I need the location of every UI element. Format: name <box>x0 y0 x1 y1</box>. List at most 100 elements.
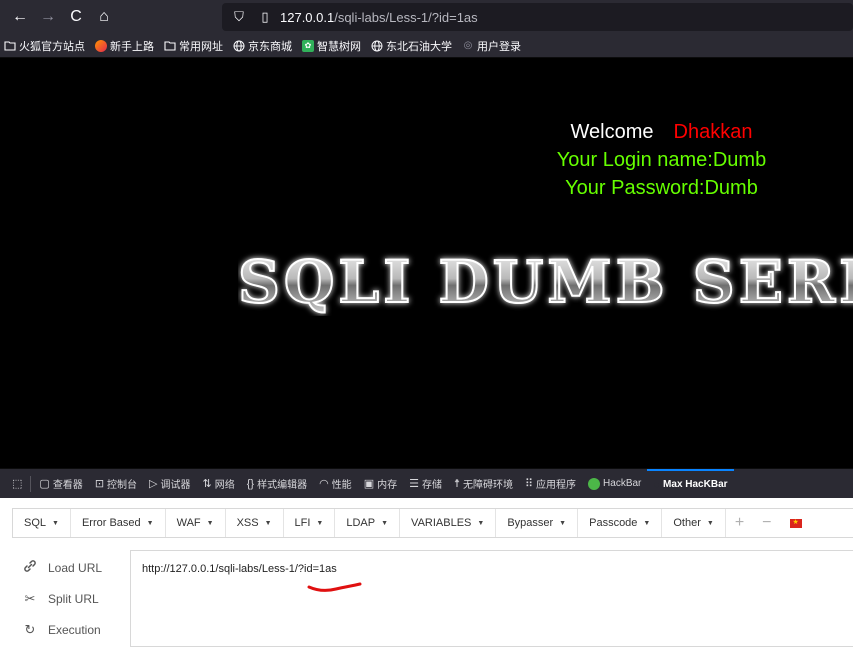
console-icon: ⊡ <box>94 478 105 490</box>
caret-down-icon: ▼ <box>477 519 485 527</box>
folder-icon <box>4 40 16 52</box>
memory-icon: ▣ <box>363 478 375 490</box>
hackbar-actions: Load URL ✂ Split URL ↻ Execution <box>12 552 122 645</box>
debugger-icon: ▷ <box>149 478 158 490</box>
hackbar-icon <box>588 477 601 490</box>
menu-variables[interactable]: VARIABLES ▼ <box>400 509 497 537</box>
performance-icon: ◠ <box>319 478 329 490</box>
tab-max-hackbar[interactable]: ● Max HacKBar <box>647 468 734 499</box>
caret-down-icon: ▼ <box>643 519 651 527</box>
bookmark-item[interactable]: 新手上路 <box>95 38 154 54</box>
welcome-name: Dhakkan <box>673 121 753 143</box>
url-textarea-value: http://127.0.0.1/sqli-labs/Less-1/?id=1a… <box>142 563 337 575</box>
bookmark-label: 智慧树网 <box>317 40 361 53</box>
tab-accessibility[interactable]: ☨ 无障碍环境 <box>448 469 519 499</box>
tab-storage[interactable]: ☰ 存储 <box>403 469 448 499</box>
remove-icon[interactable]: − <box>753 509 780 537</box>
bookmark-label: 火狐官方站点 <box>19 40 85 53</box>
bookmark-item[interactable]: 常用网址 <box>164 38 223 54</box>
reload-icon[interactable]: C <box>62 3 90 31</box>
menu-other[interactable]: Other ▼ <box>662 509 726 537</box>
execution-button[interactable]: ↻ Execution <box>12 614 122 645</box>
forward-arrow-icon[interactable]: → <box>34 3 62 31</box>
refresh-icon: ↻ <box>24 621 36 637</box>
bookmark-item[interactable]: ◎ 用户登录 <box>462 38 521 54</box>
caret-down-icon: ▼ <box>559 519 567 527</box>
tab-console[interactable]: ⊡ 控制台 <box>89 469 143 499</box>
green-square-icon: ✿ <box>302 39 314 52</box>
back-arrow-icon[interactable]: ← <box>6 3 34 31</box>
menu-passcode[interactable]: Passcode ▼ <box>578 509 663 537</box>
storage-icon: ☰ <box>409 478 419 490</box>
bookmark-label: 用户登录 <box>477 40 521 53</box>
firefox-icon <box>95 39 107 52</box>
caret-down-icon: ▼ <box>381 519 389 527</box>
bookmark-label: 京东商城 <box>248 40 292 53</box>
address-bar[interactable]: ⛉ ▯ 127.0.0.1/sqli-labs/Less-1/?id=1as <box>222 3 853 31</box>
split-url-button[interactable]: ✂ Split URL <box>12 583 122 614</box>
menu-sql[interactable]: SQL ▼ <box>13 509 71 537</box>
login-name-line: Your Login name:Dumb <box>556 149 767 171</box>
application-icon: ⠿ <box>524 478 534 490</box>
menu-ldap[interactable]: LDAP ▼ <box>335 509 401 537</box>
link-icon <box>12 559 48 576</box>
page-content: Welcome Dhakkan Your Login name:Dumb Your… <box>0 58 853 468</box>
tab-debugger[interactable]: ▷ 调试器 <box>143 469 196 499</box>
url-textarea[interactable]: http://127.0.0.1/sqli-labs/Less-1/?id=1a… <box>130 550 853 647</box>
hackbar-menubar: SQL ▼ Error Based ▼ WAF ▼ XSS ▼ LFI ▼ LDAP ▼ V… <box>12 508 853 538</box>
url-host: 127.0.0.1 <box>280 9 335 25</box>
menu-lfi[interactable]: LFI ▼ <box>284 509 336 537</box>
add-icon[interactable]: + <box>726 509 753 537</box>
globe-icon <box>371 40 383 52</box>
page-icon[interactable]: ▯ <box>256 9 274 25</box>
scissors-icon: ✂ <box>24 590 36 606</box>
max-hackbar-icon: ● <box>653 478 661 491</box>
banner-text: SQLI DUMB SERIES <box>238 248 853 316</box>
bookmark-label: 常用网址 <box>179 40 223 53</box>
red-underline-annotation <box>307 582 362 592</box>
welcome-block: Welcome Dhakkan Your Login name:Dumb Your… <box>0 118 853 202</box>
shield-icon[interactable]: ⛉ <box>230 9 248 25</box>
menu-xss[interactable]: XSS ▼ <box>226 509 284 537</box>
tab-style-editor[interactable]: {} 样式编辑器 <box>241 469 313 499</box>
home-icon[interactable]: ⌂ <box>90 3 118 31</box>
browser-toolbar: ← → C ⌂ ⛉ ▯ 127.0.0.1/sqli-labs/Less-1/?… <box>0 0 853 34</box>
menu-waf[interactable]: WAF ▼ <box>166 509 226 537</box>
password-line: Your Password:Dumb <box>565 177 758 199</box>
caret-down-icon: ▼ <box>316 519 324 527</box>
caret-down-icon: ▼ <box>264 519 272 527</box>
tab-network[interactable]: ⇅ 网络 <box>197 469 241 499</box>
welcome-label: Welcome <box>570 121 654 143</box>
bookmark-item[interactable]: 火狐官方站点 <box>4 38 85 54</box>
tab-application[interactable]: ⠿ 应用程序 <box>519 469 582 499</box>
hackbar-panel: SQL ▼ Error Based ▼ WAF ▼ XSS ▼ LFI ▼ LDAP ▼ V… <box>0 498 853 649</box>
caret-down-icon: ▼ <box>206 519 214 527</box>
pick-element-icon[interactable]: ⬚ <box>6 469 28 499</box>
tab-performance[interactable]: ◠ 性能 <box>313 469 358 499</box>
menu-bypasser[interactable]: Bypasser ▼ <box>496 509 579 537</box>
caret-down-icon: ▼ <box>706 519 714 527</box>
tab-inspector[interactable]: ▢ 查看器 <box>33 469 88 499</box>
tab-memory[interactable]: ▣ 内存 <box>358 469 403 499</box>
sqli-dumb-series-banner: SQLI DUMB SERIES <box>238 247 853 316</box>
network-icon: ⇅ <box>202 478 212 490</box>
caret-down-icon: ▼ <box>52 519 59 527</box>
url-path: /sqli-labs/Less-1/?id=1as <box>334 9 478 25</box>
bookmarks-bar: 火狐官方站点 新手上路 常用网址 京东商城 ✿ 智慧树网 东北石油大学 ◎ 用户… <box>0 34 853 58</box>
devtools-tabbar: ⬚ ▢ 查看器 ⊡ 控制台 ▷ 调试器 ⇅ 网络 {} 样式编辑器 ◠ 性能 ▣ 内存 ☰ 存储… <box>0 468 853 498</box>
bookmark-item[interactable]: ✿ 智慧树网 <box>302 38 361 54</box>
gray-dot-icon: ◎ <box>463 40 473 51</box>
bookmark-item[interactable]: 京东商城 <box>233 38 292 54</box>
menu-error-based[interactable]: Error Based ▼ <box>71 509 166 537</box>
vietnam-flag-icon[interactable] <box>781 509 811 537</box>
inspector-icon: ▢ <box>39 478 50 490</box>
bookmark-item[interactable]: 东北石油大学 <box>371 38 452 54</box>
load-url-button[interactable]: Load URL <box>12 552 122 583</box>
caret-down-icon: ▼ <box>146 519 154 527</box>
style-editor-icon: {} <box>246 477 255 490</box>
tab-hackbar[interactable]: HackBar <box>582 469 647 499</box>
accessibility-icon: ☨ <box>453 478 460 490</box>
bookmark-label: 新手上路 <box>110 40 154 53</box>
bookmark-label: 东北石油大学 <box>386 40 452 53</box>
globe-icon <box>233 40 245 52</box>
